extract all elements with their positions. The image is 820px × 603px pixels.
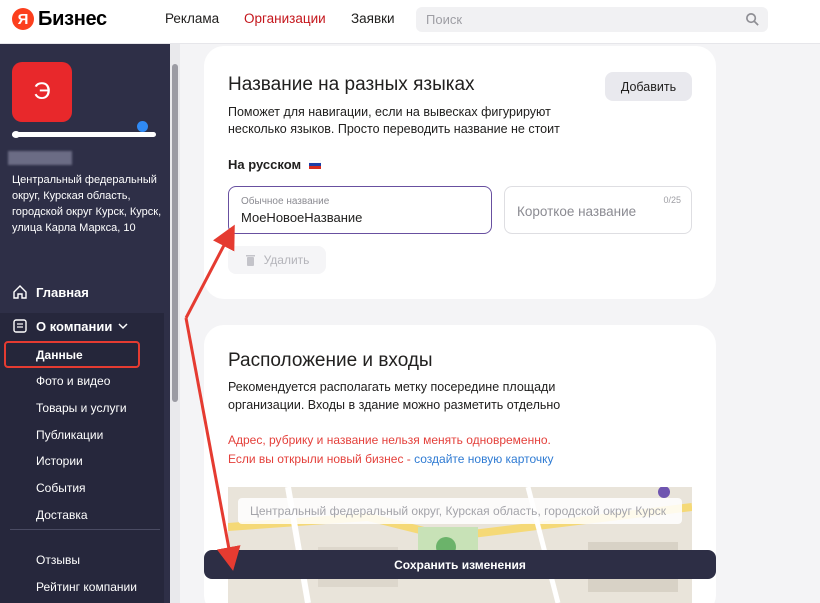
yandex-business-logo[interactable]: Я Бизнес xyxy=(12,8,107,30)
logo-mark: Я xyxy=(12,8,34,30)
company-address: Центральный федеральный округ, Курская о… xyxy=(12,174,162,234)
search-placeholder: Поиск xyxy=(426,12,463,27)
lang-label-text: На русском xyxy=(228,157,302,172)
save-changes-button[interactable]: Сохранить изменения xyxy=(204,550,716,579)
sidebar-item-stories[interactable]: Истории xyxy=(36,454,83,468)
names-card-desc-2: несколько языков. Просто переводить назв… xyxy=(228,122,560,136)
short-name-counter: 0/25 xyxy=(663,195,681,205)
lang-label: На русском xyxy=(228,157,322,172)
sidebar-item-goods[interactable]: Товары и услуги xyxy=(36,401,127,415)
names-card-title: Название на разных языках xyxy=(228,74,475,95)
document-icon xyxy=(13,319,27,333)
top-bar: Я Бизнес Реклама Организации Заявки Поис… xyxy=(0,0,820,44)
nav-requests[interactable]: Заявки xyxy=(351,11,395,26)
sidebar-about-label: О компании xyxy=(36,318,113,334)
short-name-placeholder: Короткое название xyxy=(517,204,637,219)
trash-icon xyxy=(245,255,255,266)
short-name-field[interactable]: Короткое название 0/25 xyxy=(504,186,692,234)
add-button[interactable]: Добавить xyxy=(605,72,692,101)
sidebar-item-events[interactable]: События xyxy=(36,481,86,495)
company-avatar[interactable]: Э xyxy=(12,62,72,122)
search-input[interactable]: Поиск xyxy=(416,7,768,32)
map-address-bar: Центральный федеральный округ, Курская о… xyxy=(238,498,682,524)
sidebar-divider xyxy=(10,529,160,530)
search-icon[interactable] xyxy=(745,12,760,27)
sidebar-item-home[interactable]: Главная xyxy=(12,284,89,300)
home-icon xyxy=(13,285,27,299)
sidebar-item-delivery[interactable]: Доставка xyxy=(36,508,88,522)
new-card-link[interactable]: создайте новую карточку xyxy=(414,452,553,466)
chevron-down-icon xyxy=(118,323,128,330)
progress-dot xyxy=(12,131,20,138)
regular-name-value[interactable]: МоеНовоеНазвание xyxy=(241,210,362,225)
regular-name-label: Обычное название xyxy=(241,196,330,207)
location-card-title: Расположение и входы xyxy=(228,350,433,371)
warning-text-1: Адрес, рубрику и название нельзя менять … xyxy=(228,433,551,447)
nav-organizations[interactable]: Организации xyxy=(244,11,326,26)
company-name-blurred xyxy=(8,151,72,165)
russia-flag-icon xyxy=(309,160,322,169)
delete-button[interactable]: Удалить xyxy=(228,246,326,274)
location-card-desc-1: Рекомендуется располагать метку посереди… xyxy=(228,380,556,394)
delete-label: Удалить xyxy=(263,253,310,267)
sidebar-item-reviews[interactable]: Отзывы xyxy=(36,553,80,567)
regular-name-field[interactable]: Обычное название МоеНовоеНазвание xyxy=(228,186,492,234)
sidebar-item-about[interactable]: О компании xyxy=(12,318,128,334)
sidebar-item-rating[interactable]: Рейтинг компании xyxy=(36,580,137,594)
warning-line-2: Если вы открыли новый бизнес - создайте … xyxy=(228,452,554,466)
scrollbar-thumb[interactable] xyxy=(172,64,178,402)
profile-progress-bar xyxy=(12,132,156,137)
location-card-desc-2: организации. Входы в здание можно размет… xyxy=(228,398,561,412)
verified-icon xyxy=(137,121,148,132)
nav-ads[interactable]: Реклама xyxy=(165,11,219,26)
sidebar-item-data[interactable]: Данные xyxy=(36,348,83,362)
warning-text-2: Если вы открыли новый бизнес - xyxy=(228,452,415,466)
sidebar-item-posts[interactable]: Публикации xyxy=(36,428,103,442)
logo-text: Бизнес xyxy=(38,7,107,30)
sidebar-item-photo[interactable]: Фото и видео xyxy=(36,374,110,388)
sidebar-home-label: Главная xyxy=(36,284,89,300)
